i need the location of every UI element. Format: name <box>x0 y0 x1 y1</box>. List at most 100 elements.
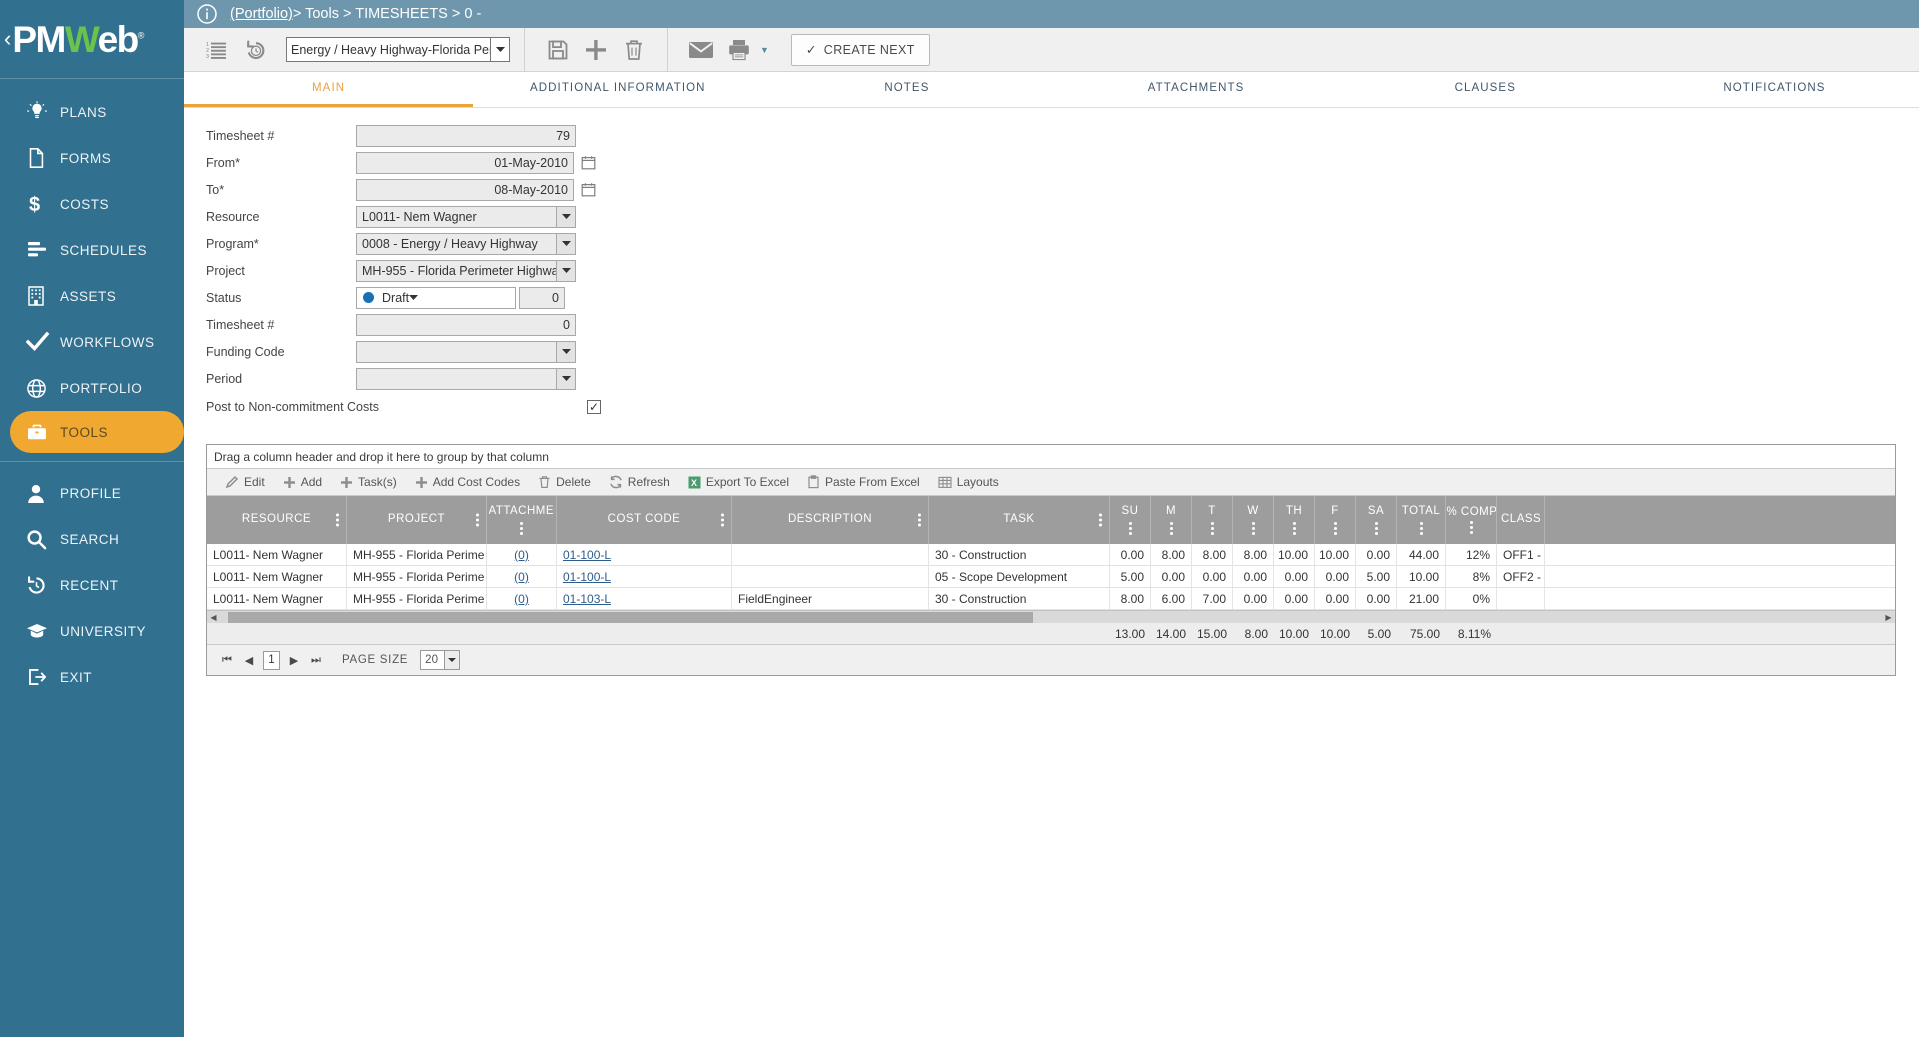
sidebar-item-costs[interactable]: $ COSTS <box>0 181 184 227</box>
attachment-link[interactable]: (0) <box>514 548 529 562</box>
cost-code-link[interactable]: 01-100-L <box>563 570 611 584</box>
grid-header-class[interactable]: CLASS <box>1497 496 1545 544</box>
cost-code-link[interactable]: 01-103-L <box>563 592 611 606</box>
breadcrumb-portfolio-link[interactable]: (Portfolio) <box>230 6 293 22</box>
grid-refresh-button[interactable]: Refresh <box>605 469 684 496</box>
grid-tasks-button[interactable]: Task(s) <box>336 469 411 496</box>
attachment-link[interactable]: (0) <box>514 592 529 606</box>
grid-header-attachment[interactable]: ATTACHMENT <box>487 496 557 544</box>
sidebar-item-schedules[interactable]: SCHEDULES <box>0 227 184 273</box>
cell-attachment[interactable]: (0) <box>487 566 557 587</box>
scrollbar-track[interactable] <box>220 611 1882 624</box>
project-select[interactable]: Energy / Heavy Highway-Florida Perim <box>286 37 510 62</box>
grid-header-task[interactable]: TASK <box>929 496 1110 544</box>
cell-attachment[interactable]: (0) <box>487 544 557 565</box>
sidebar-item-search[interactable]: SEARCH <box>0 516 184 562</box>
chevron-down-icon[interactable] <box>490 38 509 61</box>
chevron-down-icon[interactable] <box>556 369 575 389</box>
cost-code-link[interactable]: 01-100-L <box>563 548 611 562</box>
column-menu-icon[interactable] <box>1129 522 1132 535</box>
grid-header-cost-code[interactable]: COST CODE <box>557 496 732 544</box>
column-menu-icon[interactable] <box>1470 521 1473 534</box>
tab-clauses[interactable]: CLAUSES <box>1341 72 1630 107</box>
grid-layouts-button[interactable]: Layouts <box>934 469 1013 496</box>
grid-header-w[interactable]: W <box>1233 496 1274 544</box>
tab-main[interactable]: MAIN <box>184 72 473 107</box>
cell-attachment[interactable]: (0) <box>487 588 557 609</box>
first-page-icon[interactable]: ⏮ <box>219 654 235 667</box>
grid-header-description[interactable]: DESCRIPTION <box>732 496 929 544</box>
grid-header-th[interactable]: TH <box>1274 496 1315 544</box>
envelope-icon[interactable] <box>682 32 720 68</box>
grid-export-excel-button[interactable]: X Export To Excel <box>684 469 803 496</box>
chevron-down-icon[interactable] <box>556 207 575 227</box>
sidebar-collapse-icon[interactable]: ‹ <box>4 28 11 50</box>
next-page-icon[interactable]: ▶ <box>286 654 302 667</box>
sidebar-item-recent[interactable]: RECENT <box>0 562 184 608</box>
grid-header-total[interactable]: TOTAL <box>1397 496 1446 544</box>
column-menu-icon[interactable] <box>1375 522 1378 535</box>
sidebar-item-portfolio[interactable]: PORTFOLIO <box>0 365 184 411</box>
column-menu-icon[interactable] <box>1099 514 1102 527</box>
sidebar-item-university[interactable]: UNIVERSITY <box>0 608 184 654</box>
grid-delete-button[interactable]: Delete <box>534 469 605 496</box>
resource-dropdown[interactable]: L0011- Nem Wagner <box>356 206 576 228</box>
sidebar-item-assets[interactable]: ASSETS <box>0 273 184 319</box>
scroll-right-icon[interactable]: ▶ <box>1882 613 1895 622</box>
calendar-icon[interactable] <box>581 182 596 197</box>
timesheet-number-2-input[interactable]: 0 <box>356 314 576 336</box>
grid-header-m[interactable]: M <box>1151 496 1192 544</box>
sidebar-item-forms[interactable]: FORMS <box>0 135 184 181</box>
printer-icon[interactable] <box>720 32 758 68</box>
grid-header-f[interactable]: F <box>1315 496 1356 544</box>
last-page-icon[interactable]: ⏭ <box>308 654 324 667</box>
print-chevron-down-icon[interactable]: ▼ <box>760 45 769 55</box>
tab-additional-information[interactable]: ADDITIONAL INFORMATION <box>473 72 762 107</box>
funding-code-dropdown[interactable] <box>356 341 576 363</box>
column-menu-icon[interactable] <box>1170 522 1173 535</box>
cell-cost-code[interactable]: 01-103-L <box>557 588 732 609</box>
table-row[interactable]: L0011- Nem Wagner MH-955 - Florida Perim… <box>207 588 1895 610</box>
sidebar-item-workflows[interactable]: WORKFLOWS <box>0 319 184 365</box>
column-menu-icon[interactable] <box>721 514 724 527</box>
sidebar-item-plans[interactable]: PLANS <box>0 89 184 135</box>
tab-notes[interactable]: NOTES <box>762 72 1051 107</box>
column-menu-icon[interactable] <box>1420 522 1423 535</box>
grid-edit-button[interactable]: Edit <box>221 469 279 496</box>
grid-header-t[interactable]: T <box>1192 496 1233 544</box>
column-menu-icon[interactable] <box>336 514 339 527</box>
trash-icon[interactable] <box>615 32 653 68</box>
column-menu-icon[interactable] <box>520 522 523 535</box>
tab-attachments[interactable]: ATTACHMENTS <box>1052 72 1341 107</box>
sidebar-item-profile[interactable]: PROFILE <box>0 470 184 516</box>
info-icon[interactable] <box>196 3 218 25</box>
chevron-down-icon[interactable] <box>556 342 575 362</box>
prev-page-icon[interactable]: ◀ <box>241 654 257 667</box>
attachment-link[interactable]: (0) <box>514 570 529 584</box>
cell-cost-code[interactable]: 01-100-L <box>557 566 732 587</box>
table-row[interactable]: L0011- Nem Wagner MH-955 - Florida Perim… <box>207 566 1895 588</box>
tab-notifications[interactable]: NOTIFICATIONS <box>1630 72 1919 107</box>
table-row[interactable]: L0011- Nem Wagner MH-955 - Florida Perim… <box>207 544 1895 566</box>
timesheet-number-input[interactable]: 79 <box>356 125 576 147</box>
from-date-input[interactable]: 01-May-2010 <box>356 152 574 174</box>
column-menu-icon[interactable] <box>1293 522 1296 535</box>
group-by-dropzone[interactable]: Drag a column header and drop it here to… <box>207 445 1895 469</box>
grid-horizontal-scrollbar[interactable]: ◀ ▶ <box>207 610 1895 623</box>
column-menu-icon[interactable] <box>1334 522 1337 535</box>
history-revert-icon[interactable] <box>236 32 274 68</box>
calendar-icon[interactable] <box>581 155 596 170</box>
status-dropdown[interactable]: Draft <box>356 287 516 309</box>
to-date-input[interactable]: 08-May-2010 <box>356 179 574 201</box>
grid-header-sa[interactable]: SA <box>1356 496 1397 544</box>
chevron-down-icon[interactable] <box>556 261 575 281</box>
brand-logo[interactable]: ‹ PMWeb® <box>0 0 184 78</box>
grid-header-su[interactable]: SU <box>1110 496 1151 544</box>
create-next-button[interactable]: ✓ CREATE NEXT <box>791 34 930 66</box>
sidebar-item-exit[interactable]: EXIT <box>0 654 184 700</box>
column-menu-icon[interactable] <box>918 514 921 527</box>
grid-header-percent-complete[interactable]: % COMPLETE <box>1446 496 1497 544</box>
page-size-dropdown[interactable]: 20 <box>420 650 460 670</box>
status-revision-input[interactable]: 0 <box>519 287 565 309</box>
grid-add-button[interactable]: Add <box>279 469 336 496</box>
